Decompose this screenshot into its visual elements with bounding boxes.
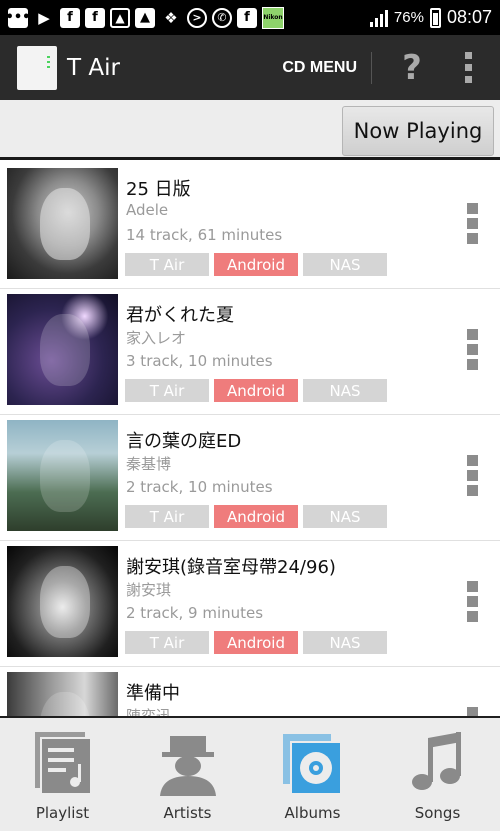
tag-tair[interactable]: T Air bbox=[125, 631, 209, 654]
tag-tair[interactable]: T Air bbox=[125, 505, 209, 528]
album-artist: 謝安琪 bbox=[126, 581, 172, 599]
albums-icon bbox=[282, 734, 342, 795]
facebook-icon: f bbox=[85, 7, 105, 28]
artists-icon bbox=[159, 736, 216, 796]
screen: ••• ▶ f f ▲ ▲ ❖ > ✆ f Nikon 76% 08:07 T … bbox=[0, 0, 500, 831]
album-track-info: 2 track, 9 minutes bbox=[126, 604, 264, 622]
facebook-icon: f bbox=[237, 7, 257, 28]
tag-nas[interactable]: NAS bbox=[303, 505, 387, 528]
tab-label: Albums bbox=[284, 804, 341, 822]
app-logo-icon[interactable] bbox=[17, 45, 57, 90]
album-track-info: 3 track, 10 minutes bbox=[126, 352, 273, 370]
tag-android[interactable]: Android bbox=[214, 505, 298, 528]
row-menu-icon[interactable] bbox=[467, 329, 478, 370]
tag-nas[interactable]: NAS bbox=[303, 379, 387, 402]
album-row[interactable]: 謝安琪(錄音室母帶24/96) 謝安琪 2 track, 9 minutes T… bbox=[0, 541, 500, 667]
action-bar-divider bbox=[371, 51, 372, 84]
tag-android[interactable]: Android bbox=[214, 379, 298, 402]
album-cover bbox=[7, 420, 118, 531]
tag-nas[interactable]: NAS bbox=[303, 631, 387, 654]
source-tags: T Air Android NAS bbox=[125, 379, 387, 402]
album-row[interactable]: 準備中 陳奕迅 bbox=[0, 667, 500, 716]
album-cover bbox=[7, 168, 118, 279]
album-title: 言の葉の庭ED bbox=[126, 431, 242, 452]
tab-artists[interactable]: Artists bbox=[125, 718, 250, 831]
action-bar: T Air CD MENU ? bbox=[0, 35, 500, 100]
bottom-tab-bar: Playlist Artists Albums Songs bbox=[0, 716, 500, 831]
nikon-icon: Nikon bbox=[262, 6, 284, 29]
tab-songs[interactable]: Songs bbox=[375, 718, 500, 831]
album-artist: Adele bbox=[126, 201, 169, 219]
album-track-info: 14 track, 61 minutes bbox=[126, 226, 283, 244]
dropbox-icon: ❖ bbox=[164, 8, 178, 27]
album-cover bbox=[7, 294, 118, 405]
playlist-icon bbox=[34, 732, 92, 795]
album-artist: 家入レオ bbox=[126, 329, 187, 347]
whatsapp-icon: ✆ bbox=[212, 7, 232, 28]
source-tags: T Air Android NAS bbox=[125, 505, 387, 528]
row-menu-icon[interactable] bbox=[467, 707, 478, 716]
songs-icon bbox=[411, 732, 461, 790]
gallery-icon: ▲ bbox=[110, 7, 130, 28]
play-icon: ▶ bbox=[38, 8, 50, 27]
bbm-icon: ••• bbox=[6, 7, 30, 28]
album-list[interactable]: 25 日版 Adele 14 track, 61 minutes T Air A… bbox=[0, 163, 500, 716]
source-tags: T Air Android NAS bbox=[125, 631, 387, 654]
tab-label: Artists bbox=[163, 804, 212, 822]
tag-tair[interactable]: T Air bbox=[125, 379, 209, 402]
circle-arrow-icon: > bbox=[187, 7, 207, 28]
battery-percent: 76% bbox=[393, 9, 424, 26]
signal-icon bbox=[369, 9, 388, 27]
overflow-menu-icon[interactable] bbox=[448, 52, 488, 83]
album-row[interactable]: 君がくれた夏 家入レオ 3 track, 10 minutes T Air An… bbox=[0, 289, 500, 415]
facebook-icon: f bbox=[60, 7, 80, 28]
album-track-info: 2 track, 10 minutes bbox=[126, 478, 273, 496]
tab-label: Playlist bbox=[35, 804, 90, 822]
source-tags: T Air Android NAS bbox=[125, 253, 387, 276]
tab-playlist[interactable]: Playlist bbox=[0, 718, 125, 831]
now-playing-button[interactable]: Now Playing bbox=[342, 106, 494, 156]
tag-nas[interactable]: NAS bbox=[303, 253, 387, 276]
album-title: 準備中 bbox=[126, 683, 180, 704]
tag-tair[interactable]: T Air bbox=[125, 253, 209, 276]
clock: 08:07 bbox=[446, 7, 492, 27]
album-row[interactable]: 25 日版 Adele 14 track, 61 minutes T Air A… bbox=[0, 163, 500, 289]
album-row[interactable]: 言の葉の庭ED 秦基博 2 track, 10 minutes T Air An… bbox=[0, 415, 500, 541]
tag-android[interactable]: Android bbox=[214, 631, 298, 654]
album-artist: 秦基博 bbox=[126, 455, 172, 473]
album-title: 謝安琪(錄音室母帶24/96) bbox=[126, 557, 336, 578]
status-bar: ••• ▶ f f ▲ ▲ ❖ > ✆ f Nikon 76% 08:07 bbox=[0, 0, 500, 35]
tag-android[interactable]: Android bbox=[214, 253, 298, 276]
app-title: T Air bbox=[67, 54, 120, 81]
help-button[interactable]: ? bbox=[376, 48, 448, 88]
album-cover bbox=[7, 546, 118, 657]
album-title: 25 日版 bbox=[126, 179, 191, 200]
tab-albums[interactable]: Albums bbox=[250, 718, 375, 831]
now-playing-bar: Now Playing bbox=[0, 100, 500, 160]
cd-menu-button[interactable]: CD MENU bbox=[282, 59, 367, 77]
row-menu-icon[interactable] bbox=[467, 203, 478, 244]
row-menu-icon[interactable] bbox=[467, 581, 478, 622]
battery-icon bbox=[429, 7, 441, 28]
tab-label: Songs bbox=[414, 804, 461, 822]
album-artist: 陳奕迅 bbox=[126, 707, 172, 716]
album-cover bbox=[7, 672, 118, 716]
album-title: 君がくれた夏 bbox=[126, 305, 234, 326]
image-icon: ▲ bbox=[135, 7, 155, 28]
row-menu-icon[interactable] bbox=[467, 455, 478, 496]
